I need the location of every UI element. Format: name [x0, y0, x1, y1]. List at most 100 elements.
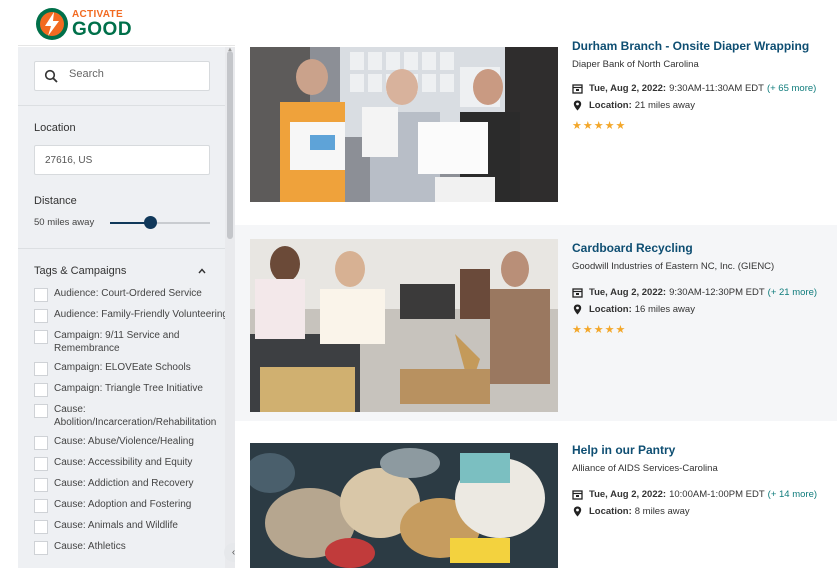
more-dates-link[interactable]: (+ 65 more)	[767, 83, 816, 94]
tag-label: Audience: Family-Friendly Volunteering	[54, 309, 228, 320]
tags-campaigns-header[interactable]: Tags & Campaigns	[34, 265, 210, 277]
tag-filter-item[interactable]: Cause: Athletics	[34, 541, 234, 555]
tag-checkbox[interactable]	[34, 362, 48, 376]
tag-filter-item[interactable]: Audience: Court-Ordered Service	[34, 288, 234, 302]
logo-bolt-icon	[36, 8, 68, 40]
tag-label: Cause: Abuse/Violence/Healing	[54, 436, 194, 447]
tag-label: Campaign: ELOVEate Schools	[54, 362, 191, 373]
tag-checkbox[interactable]	[34, 404, 48, 418]
location-distance: 8 miles away	[634, 506, 690, 517]
location-input[interactable]: 27616, US	[34, 145, 210, 175]
event-photo-pantry[interactable]	[250, 443, 558, 568]
tag-checkbox[interactable]	[34, 478, 48, 492]
tag-label: Cause: Adoption and Fostering	[54, 499, 192, 510]
tag-label: Cause: Animals and Wildlife	[54, 520, 178, 531]
location-distance: 21 miles away	[634, 100, 695, 111]
rating-stars: ★★★★★	[572, 120, 627, 132]
distance-slider[interactable]	[110, 216, 210, 229]
more-dates-link[interactable]: (+ 21 more)	[768, 287, 817, 298]
tag-checkbox[interactable]	[34, 457, 48, 471]
more-dates-link[interactable]: (+ 14 more)	[768, 489, 817, 500]
tag-list: Audience: Court-Ordered Service Audience:…	[34, 288, 234, 562]
tag-label: Cause: Accessibility and Equity	[54, 457, 193, 468]
activate-good-logo[interactable]: ACTIVATE GOOD	[34, 6, 132, 42]
location-label: Location:	[589, 100, 632, 111]
search-input[interactable]	[69, 68, 199, 80]
results-list: Durham Branch - Onsite Diaper Wrapping D…	[235, 39, 837, 568]
event-date-text: Tue, Aug 2, 2022:	[589, 287, 667, 298]
location-label: Location	[34, 122, 76, 134]
tag-filter-item[interactable]: Cause: Accessibility and Equity	[34, 457, 234, 471]
tag-filter-item[interactable]: Audience: Family-Friendly Volunteering	[34, 309, 234, 323]
event-location: Location: 21 miles away	[572, 100, 695, 111]
tag-filter-item[interactable]: Campaign: ELOVEate Schools	[34, 362, 234, 376]
event-organization[interactable]: Goodwill Industries of Eastern NC, Inc. …	[572, 261, 774, 272]
divider	[18, 248, 225, 249]
tag-checkbox[interactable]	[34, 309, 48, 323]
location-label: Location:	[589, 506, 632, 517]
calendar-icon	[572, 84, 583, 94]
location-label: Location:	[589, 304, 632, 315]
result-card[interactable]: Help in our Pantry Alliance of AIDS Serv…	[235, 428, 837, 568]
map-pin-icon	[573, 506, 582, 517]
event-title[interactable]: Cardboard Recycling	[572, 241, 693, 255]
search-box[interactable]	[34, 61, 210, 91]
map-pin-icon	[573, 304, 582, 315]
filter-sidebar: Location 27616, US Distance 50 miles awa…	[18, 47, 235, 568]
event-date: Tue, Aug 2, 2022: 9:30AM-11:30AM EDT (+ …	[572, 83, 816, 94]
event-location: Location: 8 miles away	[572, 506, 690, 517]
tag-filter-item[interactable]: Campaign: 9/11 Service and Remembrance	[34, 330, 234, 355]
logo-text-bottom: GOOD	[72, 18, 133, 40]
event-time-text: 9:30AM-12:30PM EDT	[669, 287, 765, 298]
tag-label: Cause: Abolition/Incarceration/Rehabilit…	[54, 404, 217, 428]
result-card[interactable]: Durham Branch - Onsite Diaper Wrapping D…	[235, 39, 837, 219]
event-organization[interactable]: Diaper Bank of North Carolina	[572, 59, 699, 70]
tag-checkbox[interactable]	[34, 288, 48, 302]
event-date-text: Tue, Aug 2, 2022:	[589, 83, 667, 94]
event-photo-cardboard-recycling[interactable]	[250, 239, 558, 412]
result-card[interactable]: Cardboard Recycling Goodwill Industries …	[235, 225, 837, 421]
event-title[interactable]: Help in our Pantry	[572, 443, 675, 457]
event-organization[interactable]: Alliance of AIDS Services-Carolina	[572, 463, 718, 474]
tag-filter-item[interactable]: Cause: Animals and Wildlife	[34, 520, 234, 534]
tag-label: Cause: Addiction and Recovery	[54, 478, 194, 489]
event-time-text: 9:30AM-11:30AM EDT	[669, 83, 764, 94]
sidebar-scrollbar[interactable]: ▲	[225, 47, 235, 568]
tag-label: Cause: Athletics	[54, 541, 126, 552]
event-title[interactable]: Durham Branch - Onsite Diaper Wrapping	[572, 39, 809, 53]
event-date: Tue, Aug 2, 2022: 9:30AM-12:30PM EDT (+ …	[572, 287, 817, 298]
calendar-icon	[572, 288, 583, 298]
logo-text-top: ACTIVATE	[72, 8, 123, 20]
calendar-icon	[572, 490, 583, 500]
event-photo-diaper-wrapping[interactable]	[250, 47, 558, 202]
distance-slider-handle[interactable]	[144, 216, 157, 229]
tag-filter-item[interactable]: Cause: Adoption and Fostering	[34, 499, 234, 513]
event-date-text: Tue, Aug 2, 2022:	[589, 489, 667, 500]
distance-label: Distance	[34, 195, 77, 207]
event-date: Tue, Aug 2, 2022: 10:00AM-1:00PM EDT (+ …	[572, 489, 817, 500]
tag-checkbox[interactable]	[34, 541, 48, 555]
map-pin-icon	[573, 100, 582, 111]
tag-filter-item[interactable]: Campaign: Triangle Tree Initiative	[34, 383, 234, 397]
divider	[18, 105, 225, 106]
tag-checkbox[interactable]	[34, 436, 48, 450]
tag-checkbox[interactable]	[34, 383, 48, 397]
tag-label: Campaign: Triangle Tree Initiative	[54, 383, 203, 394]
tag-checkbox[interactable]	[34, 330, 48, 344]
tag-label: Audience: Court-Ordered Service	[54, 288, 202, 299]
tag-checkbox[interactable]	[34, 520, 48, 534]
event-time-text: 10:00AM-1:00PM EDT	[669, 489, 765, 500]
sidebar-scroll-thumb[interactable]	[227, 51, 233, 239]
tags-campaigns-label: Tags & Campaigns	[34, 265, 127, 277]
tag-label: Campaign: 9/11 Service and Remembrance	[54, 330, 180, 354]
distance-value: 50 miles away	[34, 217, 95, 228]
chevron-up-icon[interactable]	[198, 267, 206, 275]
tag-filter-item[interactable]: Cause: Abuse/Violence/Healing	[34, 436, 234, 450]
tag-checkbox[interactable]	[34, 499, 48, 513]
tag-filter-item[interactable]: Cause: Abolition/Incarceration/Rehabilit…	[34, 404, 234, 429]
tag-filter-item[interactable]: Cause: Addiction and Recovery	[34, 478, 234, 492]
event-location: Location: 16 miles away	[572, 304, 695, 315]
search-icon	[44, 69, 58, 83]
rating-stars: ★★★★★	[572, 324, 627, 336]
location-distance: 16 miles away	[634, 304, 695, 315]
